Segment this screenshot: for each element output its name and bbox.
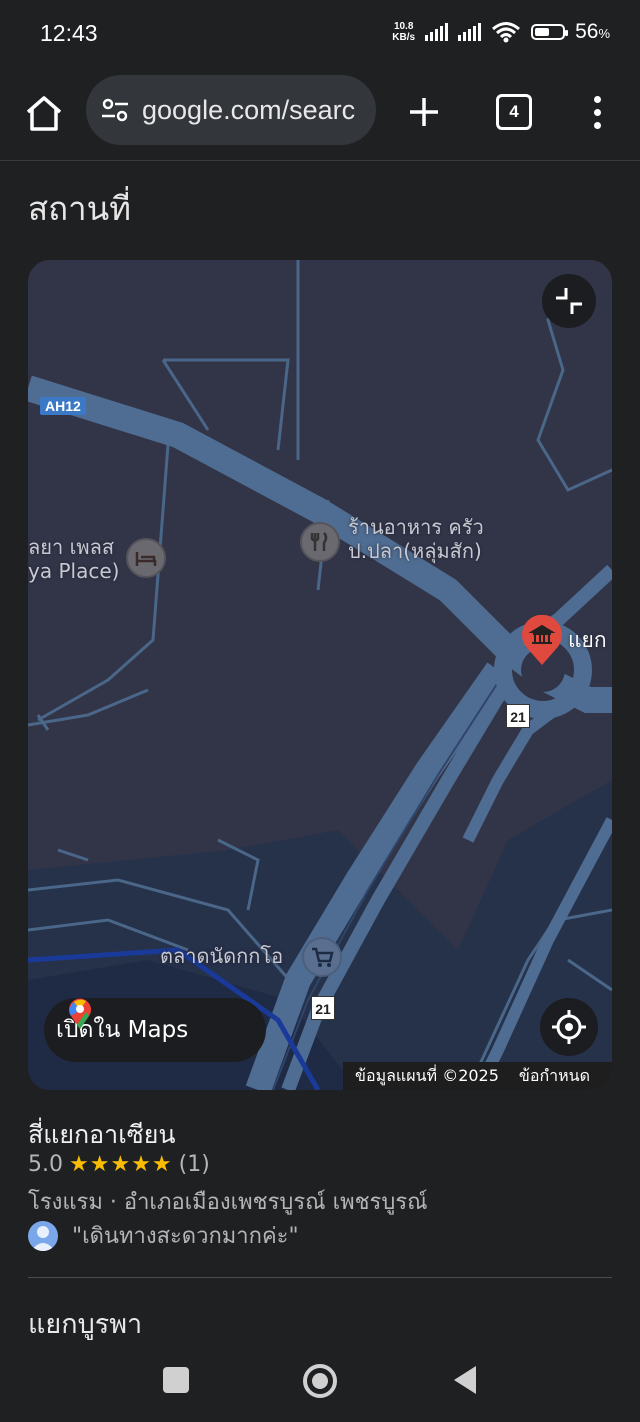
rating-value: 5.0 [28,1152,63,1177]
place-category: โรงแรม · อำเภอเมืองเพชรบูรณ์ เพชรบูรณ์ [28,1190,428,1215]
map-attribution: ข้อมูลแผนที่ ©2025 ข้อกำหนด [343,1062,612,1090]
signal-icon [458,23,482,41]
net-speed-unit: KB/s [392,32,416,43]
market-label[interactable]: ตลาดนัดกกโอ [160,944,283,968]
system-nav-bar [0,1340,640,1422]
my-location-button[interactable] [540,998,598,1056]
avatar [28,1220,58,1251]
map-view[interactable]: AH12 ร้านอาหาร ครัว ป.ปลา(หลุ่มสัก) ลยา … [28,260,612,1090]
highway-badge: 21 [311,996,335,1020]
battery-percent: 56% [575,20,610,43]
hotel-icon[interactable] [126,538,166,578]
net-speed-value: 10.8 [393,21,414,32]
restaurant-icon[interactable] [300,522,340,562]
tab-switcher-button[interactable]: 4 [496,94,532,130]
maps-pin-icon [69,998,91,1029]
highway-badge: 21 [506,704,530,728]
next-place-name[interactable]: แยกบูรพา [28,1302,142,1345]
museum-icon[interactable] [520,615,564,667]
status-icons: 10.8 KB/s 56% [392,20,610,44]
intersection-label[interactable]: แยก [568,628,607,652]
restaurant-label[interactable]: ร้านอาหาร ครัว ป.ปลา(หลุ่มสัก) [348,515,484,563]
collapse-icon[interactable] [542,274,596,328]
cart-icon[interactable] [302,937,342,977]
battery-icon [531,24,569,40]
person-icon [31,1225,55,1251]
nav-circle-icon[interactable] [301,1362,339,1400]
section-title: สถานที่ [28,189,131,228]
place-name[interactable]: สี่แยกอาเซียน [28,1115,175,1155]
map-data-credit: ข้อมูลแผนที่ ©2025 [355,1065,499,1085]
nav-back-icon[interactable] [450,1364,478,1396]
plus-icon[interactable] [404,92,444,132]
tune-icon[interactable] [100,95,130,125]
nav-square-icon[interactable] [162,1366,190,1394]
rating-row: 5.0 ★★★★★ (1) [28,1152,210,1177]
terms-link[interactable]: ข้อกำหนด [519,1064,590,1089]
open-in-maps-button[interactable]: เปิดใน Maps [44,998,266,1062]
status-bar: 12:43 10.8 KB/s 56% [0,0,640,70]
address-bar[interactable]: google.com/searc [86,75,376,145]
review-snippet: "เดินทางสะดวกมากค่ะ" [72,1224,299,1249]
signal-icon [425,23,449,41]
hotel-label[interactable]: ลยา เพลส ya Place) [28,535,119,583]
url-text[interactable]: google.com/searc [142,95,355,126]
star-rating-icon: ★★★★★ [69,1152,173,1177]
more-vert-icon[interactable] [585,90,609,134]
my-location-icon[interactable] [540,998,598,1056]
wifi-icon [492,22,521,43]
net-speed: 10.8 KB/s [392,21,415,43]
browser-toolbar: google.com/searc 4 [0,70,640,161]
home-icon[interactable] [22,92,66,136]
route-badge: AH12 [40,397,86,415]
collapse-map-button[interactable] [542,274,596,328]
review-snippet-row: "เดินทางสะดวกมากค่ะ" [28,1218,299,1253]
status-time: 12:43 [40,20,98,46]
divider [28,1277,612,1278]
review-count[interactable]: (1) [179,1152,210,1177]
